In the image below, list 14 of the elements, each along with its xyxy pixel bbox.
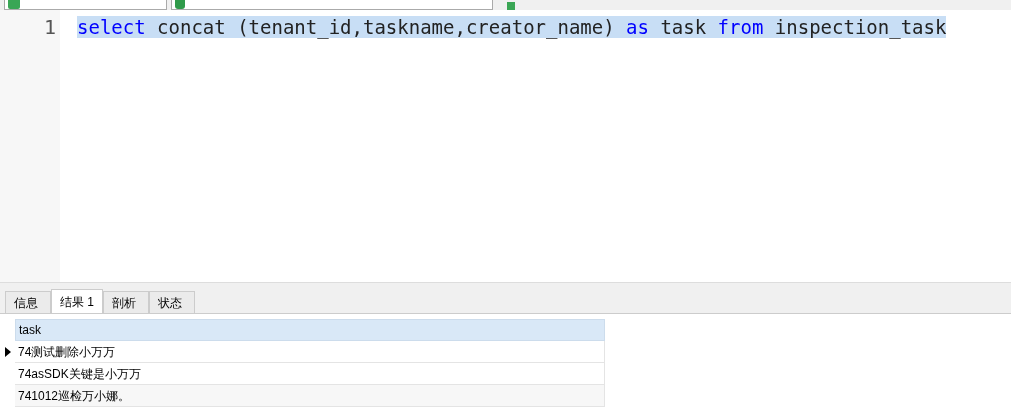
result-tab[interactable]: 剖析 bbox=[103, 291, 149, 313]
connection-dropdown[interactable] bbox=[4, 0, 167, 10]
result-tab[interactable]: 状态 bbox=[149, 291, 195, 313]
line-number: 1 bbox=[43, 15, 56, 38]
table-cell: 74asSDK关键是小万万 bbox=[15, 363, 605, 385]
table-cell: 741012巡检万小娜。 bbox=[15, 385, 605, 407]
database-dropdown[interactable] bbox=[171, 0, 493, 10]
database-icon bbox=[175, 0, 185, 9]
row-pointer-icon bbox=[5, 347, 11, 357]
result-tab[interactable]: 结果 1 bbox=[51, 289, 103, 313]
result-tab[interactable]: 信息 bbox=[5, 291, 51, 313]
table-cell: 74测试删除小万万 bbox=[15, 341, 605, 363]
connection-icon bbox=[8, 0, 20, 9]
column-header[interactable]: task bbox=[15, 319, 605, 341]
